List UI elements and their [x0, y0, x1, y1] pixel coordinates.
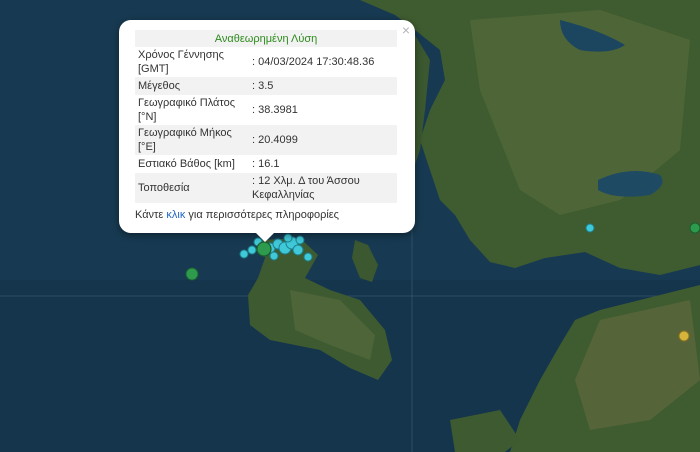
earthquake-marker[interactable] [185, 267, 199, 281]
detail-value: : 04/03/2024 17:30:48.36 [252, 56, 375, 68]
detail-row-location: Τοποθεσία : 12 Χλμ. Δ του Άσσου Κεφαλλην… [135, 173, 397, 203]
earthquake-marker[interactable] [689, 222, 700, 234]
earthquake-marker[interactable] [239, 249, 249, 259]
detail-value: : 20.4099 [252, 134, 298, 146]
detail-label: Γεωγραφικό Πλάτος [°N] [138, 97, 236, 123]
popup-title-row: Αναθεωρημένη Λύση [135, 30, 397, 47]
footer-text-post: για περισσότερες πληροφορίες [185, 209, 339, 221]
earthquake-details-table: Αναθεωρημένη Λύση Χρόνος Γέννησης [GMT] … [135, 30, 397, 203]
earthquake-marker[interactable] [678, 330, 690, 342]
detail-label: Γεωγραφικό Μήκος [°E] [138, 127, 232, 153]
earthquake-marker[interactable] [247, 245, 257, 255]
more-info-link[interactable]: κλικ [166, 209, 185, 221]
earthquake-marker-selected[interactable] [256, 241, 272, 257]
detail-label: Εστιακό Βάθος [km] [138, 158, 235, 170]
popup-title: Αναθεωρημένη Λύση [214, 32, 318, 45]
more-info-text: Κάντε κλικ για περισσότερες πληροφορίες [135, 209, 400, 221]
detail-value: : 16.1 [252, 158, 280, 170]
footer-text-pre: Κάντε [135, 209, 167, 221]
detail-label: Χρόνος Γέννησης [GMT] [138, 49, 224, 75]
detail-label: Μέγεθος [138, 80, 181, 92]
earthquake-info-popup: × Αναθεωρημένη Λύση Χρόνος Γέννησης [GMT… [119, 20, 415, 233]
earthquake-marker[interactable] [585, 223, 595, 233]
detail-label: Τοποθεσία [138, 182, 190, 194]
earthquake-marker[interactable] [269, 251, 279, 261]
detail-row-depth: Εστιακό Βάθος [km] : 16.1 [135, 155, 397, 173]
popup-pointer [255, 232, 275, 242]
detail-row-origin-time: Χρόνος Γέννησης [GMT] : 04/03/2024 17:30… [135, 47, 397, 77]
detail-row-latitude: Γεωγραφικό Πλάτος [°N] : 38.3981 [135, 95, 397, 125]
earthquake-marker[interactable] [303, 252, 313, 262]
earthquake-marker[interactable] [283, 233, 293, 243]
detail-row-magnitude: Μέγεθος : 3.5 [135, 77, 397, 95]
earthquake-marker[interactable] [292, 244, 304, 256]
detail-value: : 12 Χλμ. Δ του Άσσου Κεφαλληνίας [252, 175, 360, 201]
detail-value: : 38.3981 [252, 104, 298, 116]
close-icon[interactable]: × [402, 22, 410, 38]
earthquake-marker[interactable] [295, 235, 305, 245]
detail-row-longitude: Γεωγραφικό Μήκος [°E] : 20.4099 [135, 125, 397, 155]
detail-value: : 3.5 [252, 80, 274, 92]
